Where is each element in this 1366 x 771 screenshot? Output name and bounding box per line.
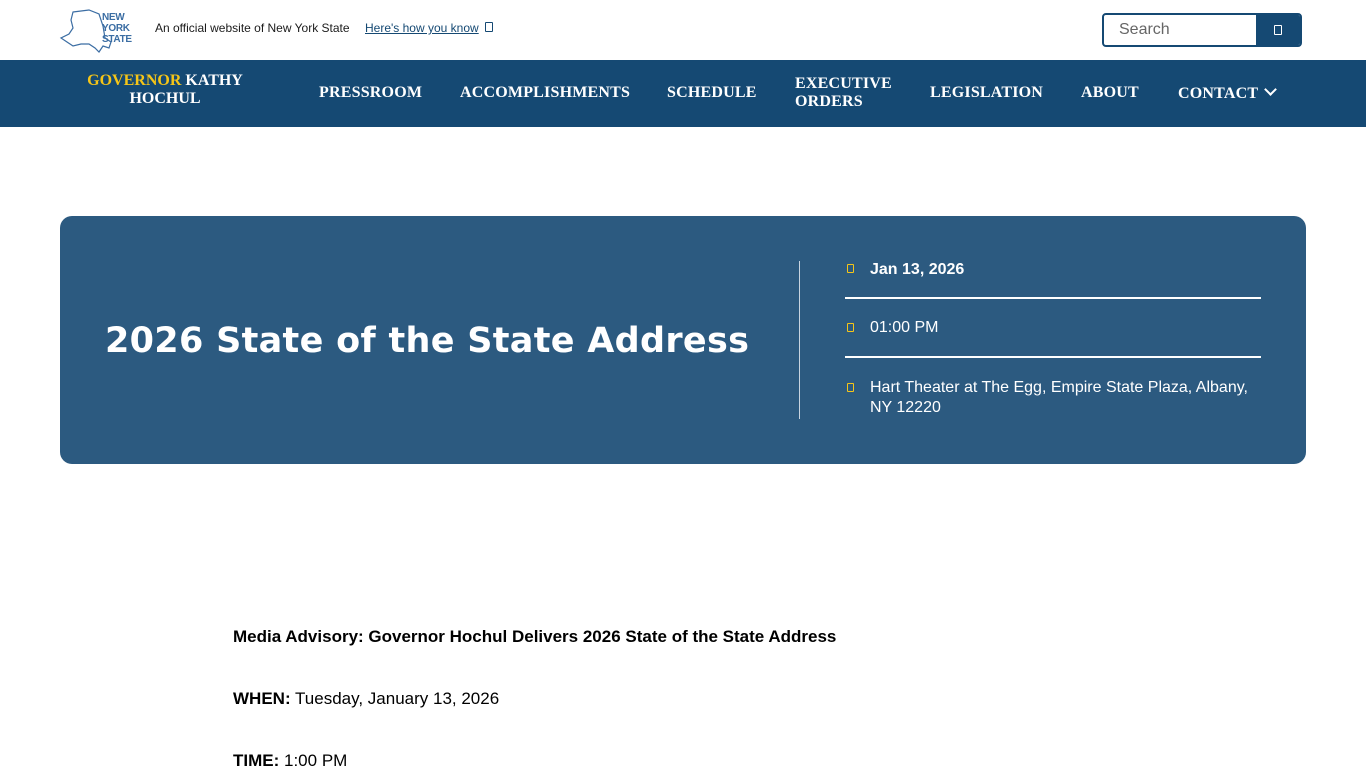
chevron-down-icon bbox=[1264, 83, 1278, 96]
nav-contact-label: CONTACT bbox=[1178, 85, 1259, 102]
search-button[interactable] bbox=[1256, 15, 1300, 45]
brand-hochul: HOCHUL bbox=[129, 90, 201, 107]
clock-icon bbox=[847, 323, 854, 332]
nav-executive-orders[interactable]: EXECUTIVE ORDERS bbox=[795, 75, 892, 111]
location-pin-icon bbox=[847, 383, 854, 392]
info-toggle-icon[interactable] bbox=[485, 22, 493, 32]
event-date: Jan 13, 2026 bbox=[870, 261, 965, 278]
official-site-text: An official website of New York State bbox=[155, 21, 350, 35]
nav-accomplishments[interactable]: ACCOMPLISHMENTS bbox=[460, 84, 630, 102]
time-paragraph: TIME: 1:00 PM bbox=[233, 751, 347, 771]
logo-line-york: YORK bbox=[102, 23, 130, 34]
search-box bbox=[1102, 13, 1302, 47]
nav-schedule[interactable]: SCHEDULE bbox=[667, 84, 757, 102]
event-time: 01:00 PM bbox=[870, 319, 939, 336]
nav-executive-line2: ORDERS bbox=[795, 93, 863, 110]
time-value: 1:00 PM bbox=[279, 751, 348, 770]
calendar-icon bbox=[847, 264, 854, 273]
location-line-1: Hart Theater at The Egg, Empire State Pl… bbox=[870, 379, 1248, 396]
event-hero-card: 2026 State of the State Address Jan 13, … bbox=[60, 216, 1306, 464]
logo-line-new: NEW bbox=[102, 12, 125, 23]
search-icon bbox=[1274, 25, 1282, 35]
media-advisory-heading: Media Advisory: Governor Hochul Delivers… bbox=[233, 627, 837, 646]
when-paragraph: WHEN: Tuesday, January 13, 2026 bbox=[233, 689, 499, 709]
nys-logo[interactable]: NEW YORK STATE bbox=[59, 8, 137, 54]
utility-bar: NEW YORK STATE An official website of Ne… bbox=[0, 0, 1366, 60]
logo-line-state: STATE bbox=[102, 34, 132, 45]
event-title: 2026 State of the State Address bbox=[105, 321, 750, 361]
meta-separator-2 bbox=[845, 356, 1261, 358]
time-label: TIME: bbox=[233, 751, 280, 770]
when-value: Tuesday, January 13, 2026 bbox=[290, 689, 500, 708]
nav-pressroom[interactable]: PRESSROOM bbox=[319, 84, 422, 102]
nav-executive-line1: EXECUTIVE bbox=[795, 75, 892, 92]
nav-about[interactable]: ABOUT bbox=[1081, 84, 1139, 102]
hero-divider bbox=[799, 261, 800, 419]
event-location: Hart Theater at The Egg, Empire State Pl… bbox=[870, 378, 1270, 418]
nys-wordmark: NEW YORK STATE bbox=[102, 12, 132, 45]
location-line-2: NY 12220 bbox=[870, 399, 941, 416]
nav-contact[interactable]: CONTACT bbox=[1178, 83, 1278, 103]
brand-governor: GOVERNOR bbox=[87, 72, 182, 89]
nav-legislation[interactable]: LEGISLATION bbox=[930, 84, 1043, 102]
search-input[interactable] bbox=[1104, 15, 1256, 45]
brand-kathy: KATHY bbox=[181, 72, 243, 89]
when-label: WHEN: bbox=[233, 689, 291, 708]
meta-separator-1 bbox=[845, 297, 1261, 299]
governor-brand-link[interactable]: GOVERNOR KATHY HOCHUL bbox=[80, 72, 250, 108]
main-nav: GOVERNOR KATHY HOCHUL PRESSROOM ACCOMPLI… bbox=[0, 60, 1366, 127]
how-you-know-link[interactable]: Here's how you know bbox=[365, 21, 479, 35]
